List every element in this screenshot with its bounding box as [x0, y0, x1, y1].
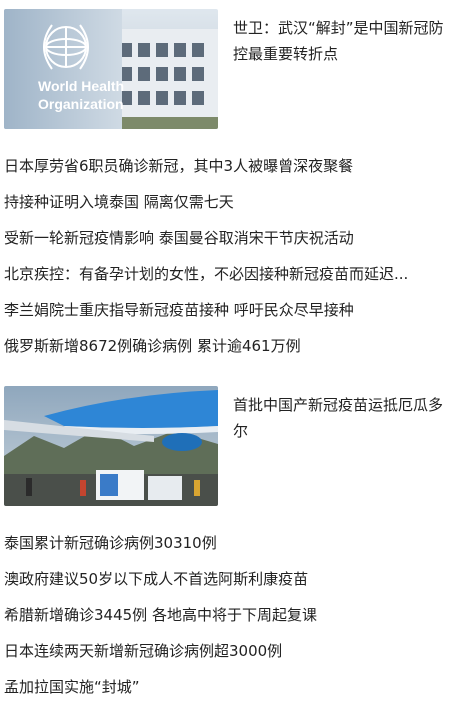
news-card-title[interactable]: 世卫：武汉“解封”是中国新冠防控最重要转折点 [233, 15, 447, 67]
news-headline-item[interactable]: 持接种证明入境泰国 隔离仅需七天 [4, 190, 449, 226]
news-thumbnail-who: World Health Organization [4, 9, 218, 129]
news-headline-item[interactable]: 孟加拉国实施“封城” [4, 675, 449, 711]
news-headline-item[interactable]: 澳政府建议50岁以下成人不首选阿斯利康疫苗 [4, 567, 449, 603]
news-headline-item[interactable]: 泰国累计新冠确诊病例30310例 [4, 531, 449, 567]
news-headline-item[interactable]: 日本连续两天新增新冠确诊病例超3000例 [4, 639, 449, 675]
news-headline-item[interactable]: 俄罗斯新增8672例确诊病例 累计逾461万例 [4, 334, 449, 370]
news-list-2: 泰国累计新冠确诊病例30310例 澳政府建议50岁以下成人不首选阿斯利康疫苗 希… [4, 531, 449, 711]
image-logo-text-1: World Health [38, 78, 124, 94]
news-headline-item[interactable]: 希腊新增确诊3445例 各地高中将于下周起复课 [4, 603, 449, 639]
news-headline-item[interactable]: 受新一轮新冠疫情影响 泰国曼谷取消宋干节庆祝活动 [4, 226, 449, 262]
news-headline-item[interactable]: 日本厚劳省6职员确诊新冠，其中3人被曝曾深夜聚餐 [4, 154, 449, 190]
news-list-1: 日本厚劳省6职员确诊新冠，其中3人被曝曾深夜聚餐 持接种证明入境泰国 隔离仅需七… [4, 154, 449, 370]
news-headline-item[interactable]: 李兰娟院士重庆指导新冠疫苗接种 呼吁民众尽早接种 [4, 298, 449, 334]
news-headline-item[interactable]: 北京疾控：有备孕计划的女性，不必因接种新冠疫苗而延迟... [4, 262, 449, 298]
news-card-title[interactable]: 首批中国产新冠疫苗运抵厄瓜多尔 [233, 392, 447, 444]
news-thumbnail-airplane [4, 386, 218, 506]
image-logo-text-2: Organization [38, 96, 124, 112]
